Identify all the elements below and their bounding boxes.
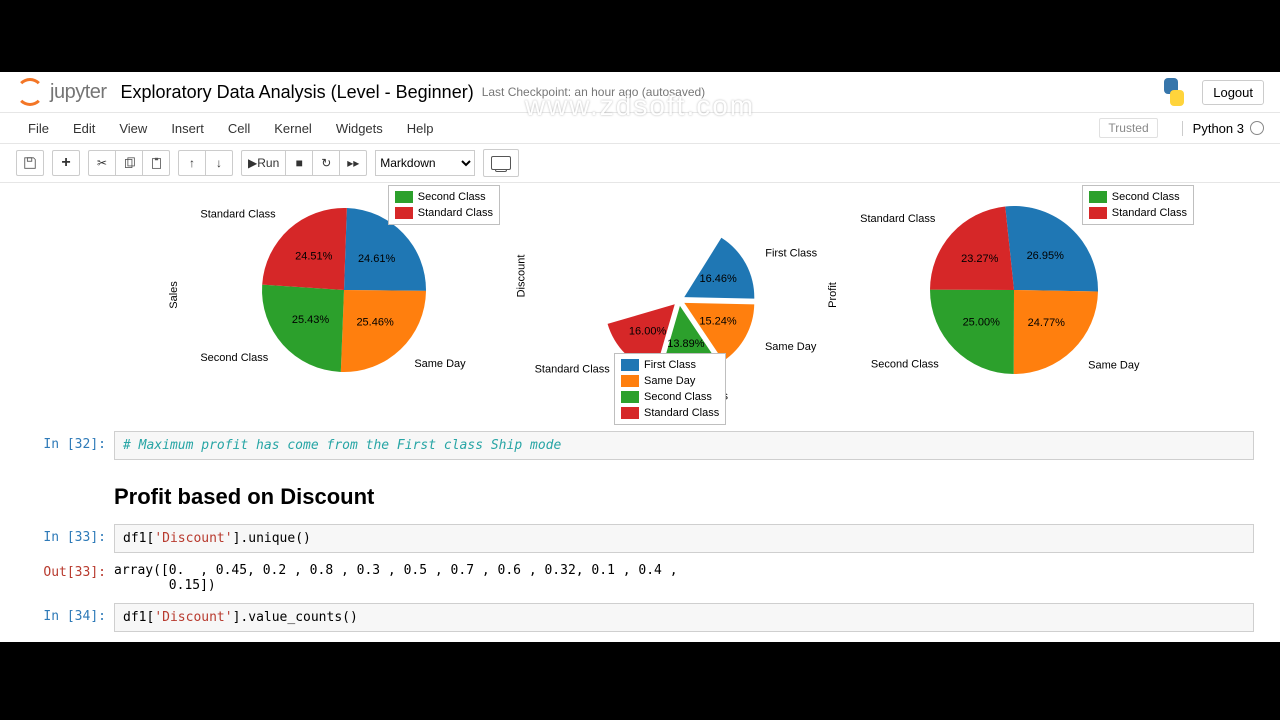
svg-text:23.27%: 23.27%: [961, 253, 999, 265]
command-palette-button[interactable]: [483, 149, 519, 177]
cell-markdown-heading[interactable]: Profit based on Discount: [26, 466, 1254, 518]
letterbox-bottom: [0, 642, 1280, 720]
in-prompt-33: In [33]:: [26, 524, 114, 553]
header: jupyter Exploratory Data Analysis (Level…: [0, 72, 1280, 113]
svg-text:Standard Class: Standard Class: [535, 363, 611, 375]
svg-text:Second Class: Second Class: [200, 352, 268, 364]
save-button[interactable]: [16, 150, 44, 176]
run-button[interactable]: ▶ Run: [241, 150, 286, 176]
paste-button[interactable]: [142, 150, 170, 176]
restart-button[interactable]: ↻: [312, 150, 340, 176]
add-cell-button[interactable]: +: [52, 150, 80, 176]
move-up-button[interactable]: ↑: [178, 150, 206, 176]
in-prompt-32: In [32]:: [26, 431, 114, 460]
cell-34[interactable]: In [34]: df1['Discount'].value_counts(): [26, 603, 1254, 632]
svg-text:26.95%: 26.95%: [1027, 250, 1065, 262]
svg-text:16.46%: 16.46%: [699, 273, 737, 285]
chart-ylabel-discount: Discount: [515, 255, 527, 298]
svg-text:24.51%: 24.51%: [295, 250, 333, 262]
restart-run-all-button[interactable]: ▸▸: [339, 150, 367, 176]
jupyter-logo[interactable]: jupyter: [16, 78, 107, 106]
chart-ylabel-profit: Profit: [827, 282, 839, 308]
svg-text:24.77%: 24.77%: [1028, 317, 1066, 329]
out-prompt-33: Out[33]:: [26, 559, 114, 597]
code-comment: # Maximum profit has come from the First…: [123, 438, 561, 453]
svg-text:15.24%: 15.24%: [699, 315, 737, 327]
menu-file[interactable]: File: [16, 117, 61, 140]
menubar: File Edit View Insert Cell Kernel Widget…: [0, 113, 1280, 144]
out-text-33: array([0. , 0.45, 0.2 , 0.8 , 0.3 , 0.5 …: [114, 559, 1254, 597]
notebook-area: Sales 24.61% First Class 25.46% Same Day 25.…: [0, 189, 1280, 632]
move-down-button[interactable]: ↓: [205, 150, 233, 176]
interrupt-button[interactable]: ■: [285, 150, 313, 176]
legend-sales: Second Class Standard Class: [388, 185, 500, 225]
menu-edit[interactable]: Edit: [61, 117, 107, 140]
trusted-badge[interactable]: Trusted: [1099, 118, 1157, 138]
svg-text:First Class: First Class: [765, 247, 817, 259]
cut-button[interactable]: ✂: [88, 150, 116, 176]
svg-text:25.43%: 25.43%: [292, 314, 330, 326]
menu-widgets[interactable]: Widgets: [324, 117, 395, 140]
svg-text:25.00%: 25.00%: [963, 316, 1001, 328]
svg-text:25.46%: 25.46%: [356, 317, 394, 329]
svg-text:24.61%: 24.61%: [358, 253, 396, 265]
letterbox-top: [0, 0, 1280, 72]
kernel-indicator[interactable]: Python 3: [1182, 121, 1264, 136]
chart-ylabel-sales: Sales: [168, 281, 180, 309]
run-label: Run: [257, 156, 279, 170]
svg-text:13.89%: 13.89%: [667, 338, 705, 350]
menu-kernel[interactable]: Kernel: [262, 117, 324, 140]
brand-label: jupyter: [50, 81, 107, 104]
svg-text:Standard Class: Standard Class: [860, 213, 936, 225]
toolbar: + ✂ ↑ ↓ ▶ Run ■ ↻ ▸▸ Markdown: [0, 144, 1280, 183]
svg-text:Standard Class: Standard Class: [200, 208, 276, 220]
legend-discount: First Class Same Day Second Class Standa…: [614, 353, 726, 425]
kernel-idle-icon: [1250, 121, 1264, 135]
menu-cell[interactable]: Cell: [216, 117, 262, 140]
keyboard-icon: [491, 156, 511, 170]
menu-help[interactable]: Help: [395, 117, 446, 140]
in-prompt-34: In [34]:: [26, 603, 114, 632]
legend-profit: Second Class Standard Class: [1082, 185, 1194, 225]
svg-text:Same Day: Same Day: [1088, 360, 1140, 372]
checkpoint-text: Last Checkpoint: an hour ago (autosaved): [482, 85, 705, 99]
menu-insert[interactable]: Insert: [159, 117, 216, 140]
markdown-heading: Profit based on Discount: [114, 484, 1254, 510]
cell-33[interactable]: In [33]: df1['Discount'].unique(): [26, 524, 1254, 553]
svg-text:16.00%: 16.00%: [629, 325, 667, 337]
python-icon: [1160, 78, 1188, 106]
output-cell-charts: Sales 24.61% First Class 25.46% Same Day 25.…: [26, 189, 1254, 425]
kernel-name: Python 3: [1193, 121, 1244, 136]
svg-text:Same Day: Same Day: [765, 341, 817, 353]
logout-button[interactable]: Logout: [1202, 80, 1264, 105]
svg-text:Second Class: Second Class: [871, 359, 939, 371]
notebook-name[interactable]: Exploratory Data Analysis (Level - Begin…: [121, 82, 474, 103]
copy-button[interactable]: [115, 150, 143, 176]
jupyter-icon: [16, 78, 44, 106]
menu-view[interactable]: View: [107, 117, 159, 140]
svg-text:Same Day: Same Day: [414, 358, 466, 370]
cell-33-output: Out[33]: array([0. , 0.45, 0.2 , 0.8 , 0…: [26, 559, 1254, 597]
cell-32[interactable]: In [32]: # Maximum profit has come from …: [26, 431, 1254, 460]
celltype-select[interactable]: Markdown: [375, 150, 475, 176]
